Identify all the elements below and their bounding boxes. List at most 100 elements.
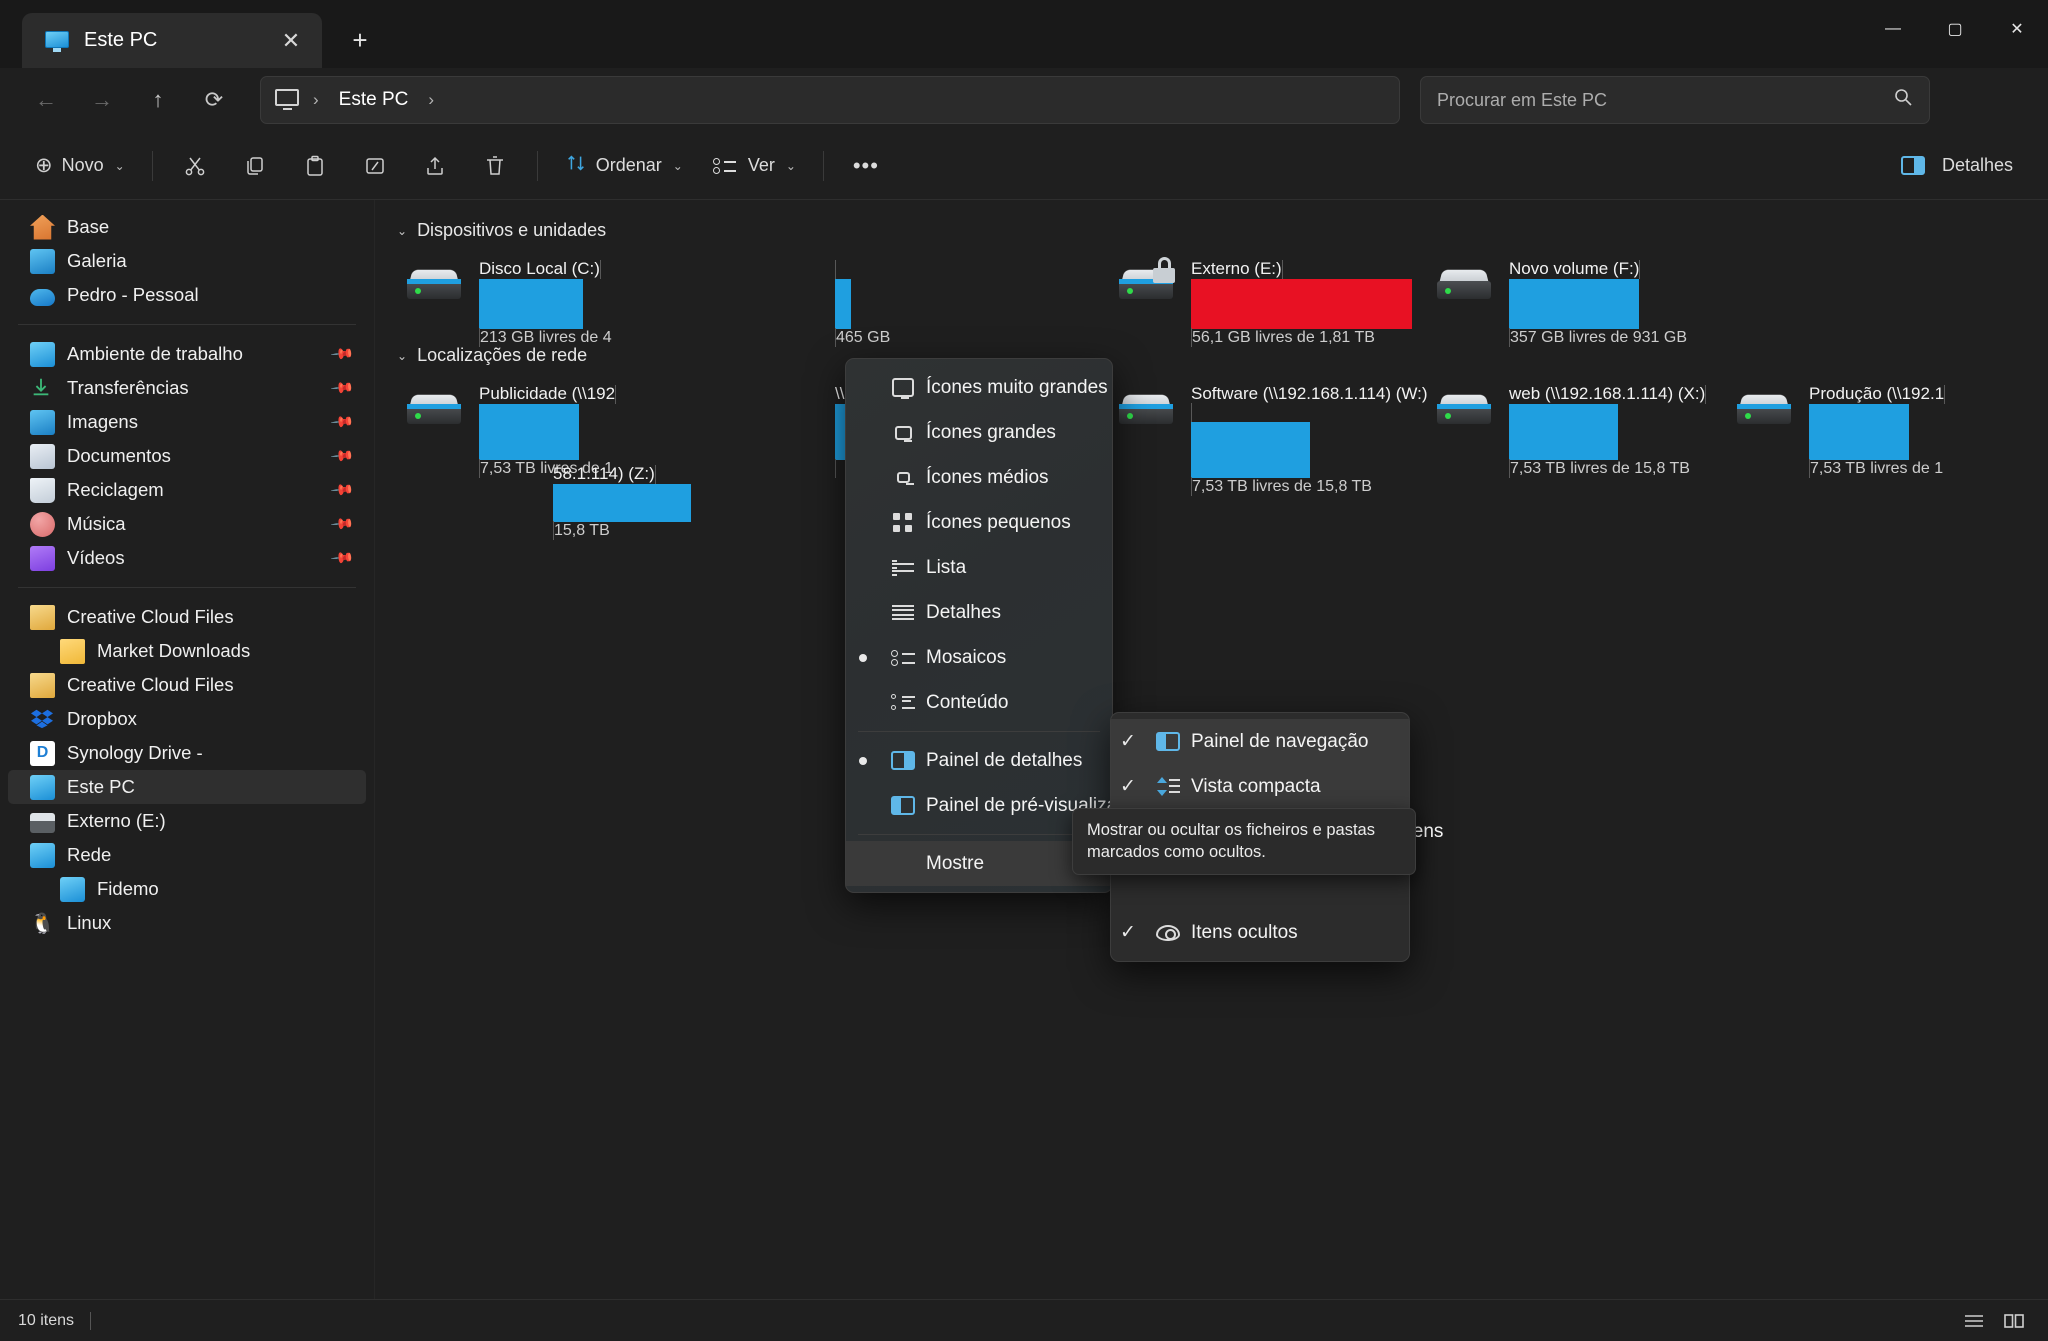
view-button[interactable]: Ver ⌄ (700, 142, 809, 190)
sidebar-item-ambiente-de-trabalho[interactable]: Ambiente de trabalho 📌 (8, 337, 366, 371)
sidebar-item-onedrive[interactable]: Pedro - Pessoal (8, 278, 366, 312)
sidebar-item-rede[interactable]: Rede (8, 838, 366, 872)
file-list-area[interactable]: ⌄ Dispositivos e unidades Disco Local (C… (375, 200, 2048, 1299)
submenu-item-navigation-pane[interactable]: ✓ Painel de navegação (1111, 719, 1409, 764)
close-window-button[interactable]: ✕ (1986, 0, 2048, 58)
list-view-icon[interactable] (1958, 1306, 1990, 1336)
submenu-item-compact-view[interactable]: ✓ Vista compacta (1111, 764, 1409, 809)
back-button[interactable]: ← (22, 76, 70, 124)
sidebar-item-videos[interactable]: Vídeos 📌 (8, 541, 366, 575)
tile-view-icon[interactable] (1998, 1306, 2030, 1336)
submenu-item-hidden-items[interactable]: ✓ Itens ocultos (1111, 910, 1409, 955)
share-button[interactable] (407, 142, 463, 190)
drive-tile[interactable]: Produção (\\192.1 7,53 TB livres de 1 (1727, 376, 2009, 456)
drive-tile[interactable]: 58.1.114) (Z:) 15,8 TB (545, 456, 827, 518)
up-button[interactable]: ↑ (134, 76, 182, 124)
sidebar-item-fidemo[interactable]: Fidemo (8, 872, 366, 906)
menu-item-label: Ícones pequenos (926, 512, 1094, 534)
minimize-button[interactable]: — (1862, 0, 1924, 58)
pin-icon[interactable]: 📌 (330, 341, 356, 367)
pin-icon[interactable]: 📌 (330, 409, 356, 435)
drive-tile[interactable]: Novo volume (F:) 357 GB livres de 931 GB (1427, 251, 1727, 325)
pin-icon[interactable]: 📌 (330, 545, 356, 571)
search-icon[interactable] (1893, 87, 1913, 113)
sidebar-item-label: Reciclagem (67, 479, 164, 501)
menu-item-medium-icons[interactable]: Ícones médios (846, 455, 1112, 500)
sidebar-item-externo-e[interactable]: Externo (E:) (8, 804, 366, 838)
menu-item-details-pane[interactable]: Painel de detalhes (846, 738, 1112, 783)
sidebar-item-galeria[interactable]: Galeria (8, 244, 366, 278)
close-icon[interactable]: ✕ (274, 24, 308, 58)
sidebar-item-dropbox[interactable]: Dropbox (8, 702, 366, 736)
breadcrumb[interactable]: › Este PC › (260, 76, 1400, 124)
menu-item-content[interactable]: Conteúdo (846, 680, 1112, 725)
group-header-devices[interactable]: ⌄ Dispositivos e unidades (397, 214, 2048, 251)
details-pane-label: Detalhes (1942, 155, 2013, 176)
forward-button[interactable]: → (78, 76, 126, 124)
group-title: Localizações de rede (417, 345, 587, 366)
sidebar-item-creative-cloud-files-2[interactable]: Creative Cloud Files (8, 668, 366, 702)
pin-icon[interactable]: 📌 (330, 511, 356, 537)
more-options-button[interactable]: ••• (838, 142, 894, 190)
rename-button[interactable] (347, 142, 403, 190)
drive-tile[interactable]: web (\\192.168.1.114) (X:) 7,53 TB livre… (1427, 376, 1727, 456)
sidebar-item-reciclagem[interactable]: Reciclagem 📌 (8, 473, 366, 507)
small-icons-icon (880, 513, 926, 533)
sidebar-item-creative-cloud-files-1[interactable]: Creative Cloud Files (8, 600, 366, 634)
chevron-down-icon[interactable]: ⌄ (397, 349, 407, 363)
drive-tile[interactable]: Externo (E:) 56,1 GB livres de 1,81 TB (1109, 251, 1427, 325)
sidebar-item-este-pc[interactable]: Este PC (8, 770, 366, 804)
sidebar-item-label: Base (67, 216, 109, 238)
menu-item-extra-large-icons[interactable]: Ícones muito grandes (846, 365, 1112, 410)
delete-button[interactable] (467, 142, 523, 190)
cut-button[interactable] (167, 142, 223, 190)
menu-item-label: Mostre (926, 853, 1075, 875)
main-area: Base Galeria Pedro - Pessoal Ambiente de… (0, 200, 2048, 1299)
breadcrumb-item-este-pc[interactable]: Este PC (331, 85, 417, 115)
menu-item-label: Painel de detalhes (926, 750, 1094, 772)
sidebar-item-documentos[interactable]: Documentos 📌 (8, 439, 366, 473)
pin-icon[interactable]: 📌 (330, 477, 356, 503)
sort-button[interactable]: Ordenar ⌄ (552, 142, 696, 190)
drive-tile[interactable]: Software (\\192.168.1.114) (W:) 7,53 TB … (1109, 376, 1427, 456)
recycle-bin-icon (30, 478, 55, 503)
sidebar-item-musica[interactable]: Música 📌 (8, 507, 366, 541)
drive-tile[interactable]: Disco Local (C:) 213 GB livres de 4 (397, 251, 679, 325)
maximize-button[interactable]: ▢ (1924, 0, 1986, 58)
tab-este-pc[interactable]: Este PC ✕ (22, 13, 322, 68)
search-input[interactable] (1437, 90, 1893, 111)
drive-tile[interactable]: Publicidade (\\192 7,53 TB livres de 1 (397, 376, 679, 456)
menu-item-list[interactable]: Lista (846, 545, 1112, 590)
sidebar-item-label: Creative Cloud Files (67, 606, 234, 628)
pin-icon[interactable]: 📌 (330, 375, 356, 401)
details-pane-button[interactable]: Detalhes (1888, 142, 2026, 190)
sidebar-item-synology-drive[interactable]: D Synology Drive - (8, 736, 366, 770)
selected-bullet (859, 757, 867, 765)
menu-item-details[interactable]: Detalhes (846, 590, 1112, 635)
network-drive-icon (1435, 382, 1497, 434)
sidebar-item-transferencias[interactable]: Transferências 📌 (8, 371, 366, 405)
menu-item-tiles[interactable]: Mosaicos (846, 635, 1112, 680)
copy-button[interactable] (227, 142, 283, 190)
drive-tile[interactable]: 465 GB (827, 251, 1109, 325)
breadcrumb-separator-2[interactable]: › (424, 90, 438, 110)
sort-label: Ordenar (596, 155, 662, 176)
drive-capacity-text: 7,53 TB livres de 15,8 TB (1510, 460, 1690, 477)
chevron-down-icon[interactable]: ⌄ (397, 224, 407, 238)
new-tab-button[interactable]: + (340, 20, 380, 60)
menu-item-label: Detalhes (926, 602, 1094, 624)
new-button[interactable]: ⊕ Novo ⌄ (22, 142, 138, 190)
menu-item-large-icons[interactable]: Ícones grandes (846, 410, 1112, 455)
divider-3 (823, 151, 824, 181)
sidebar-item-base[interactable]: Base (8, 210, 366, 244)
pin-icon[interactable]: 📌 (330, 443, 356, 469)
menu-item-small-icons[interactable]: Ícones pequenos (846, 500, 1112, 545)
hard-drive-icon (405, 257, 467, 309)
paste-button[interactable] (287, 142, 343, 190)
sidebar-item-market-downloads[interactable]: Market Downloads (8, 634, 366, 668)
refresh-button[interactable]: ⟳ (190, 76, 238, 124)
search-box[interactable] (1420, 76, 1930, 124)
sidebar-item-imagens[interactable]: Imagens 📌 (8, 405, 366, 439)
sidebar-item-linux[interactable]: 🐧 Linux (8, 906, 366, 940)
details-pane-icon (1901, 156, 1925, 175)
